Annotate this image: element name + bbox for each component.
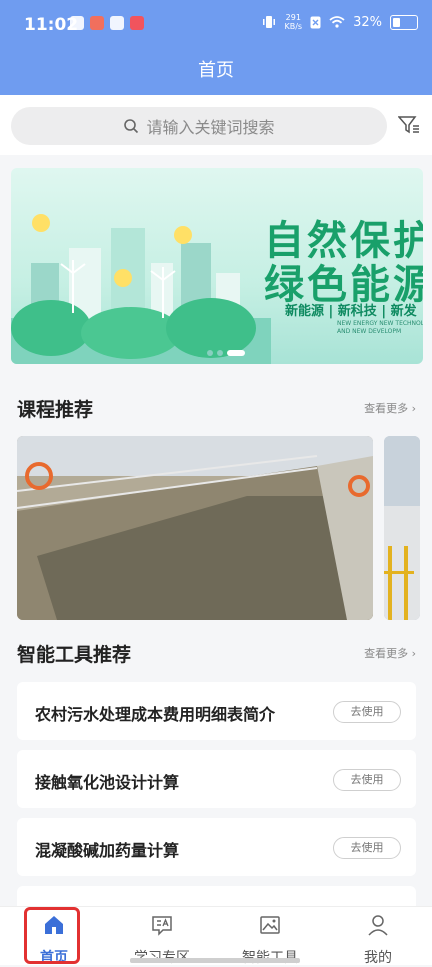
tab-mine[interactable]: 我的: [328, 907, 428, 966]
notification-icons: [70, 16, 144, 30]
tab-tools-label: 智能工具: [220, 947, 320, 967]
tab-study[interactable]: 学习专区: [112, 907, 212, 967]
page-title: 首页: [198, 60, 234, 81]
net-speed-value: 291: [285, 13, 301, 22]
tab-tools[interactable]: 智能工具: [220, 907, 320, 967]
tool-card[interactable]: 接触氧化池设计计算 去使用: [17, 750, 416, 808]
use-button[interactable]: 去使用: [333, 837, 401, 859]
battery-percent: 32%: [353, 14, 382, 30]
filter-icon[interactable]: [398, 115, 420, 135]
status-right: 291 KB/s 32%: [262, 13, 418, 31]
notification-app-icon: [90, 16, 104, 30]
net-speed-unit: KB/s: [284, 22, 303, 31]
tool-more-link[interactable]: 查看更多 ›: [364, 645, 416, 661]
search-area: 请输入关键词搜索: [0, 95, 432, 155]
search-input[interactable]: 请输入关键词搜索: [11, 107, 387, 145]
search-icon: [124, 119, 139, 134]
tab-mine-label: 我的: [364, 950, 392, 966]
course-section-title: 课程推荐: [17, 399, 94, 421]
banner-english: NEW ENERGY NEW TECHNOLO AND NEW DEVELOPM: [337, 320, 423, 336]
tool-card-label: 接触氧化池设计计算: [35, 773, 180, 792]
image-icon: [260, 916, 280, 934]
battery-icon: [390, 14, 418, 30]
banner-subtitle: 新能源 | 新科技 | 新发: [285, 304, 417, 319]
notification-app-icon: [70, 16, 84, 30]
tool-section-title: 智能工具推荐: [17, 644, 132, 666]
use-button[interactable]: 去使用: [333, 701, 401, 723]
use-button[interactable]: 去使用: [333, 769, 401, 791]
tool-card[interactable]: 混凝酸碱加药量计算 去使用: [17, 818, 416, 876]
tool-card-label: 农村污水处理成本费用明细表简介: [35, 705, 276, 724]
notification-app-icon: [130, 16, 144, 30]
tool-card[interactable]: 农村污水处理成本费用明细表简介 去使用: [17, 682, 416, 740]
course-photo-next: [384, 436, 420, 620]
banner-english-line1: NEW ENERGY NEW TECHNOLO: [337, 320, 423, 327]
sim-x-icon: [310, 16, 321, 28]
user-icon: [368, 915, 388, 936]
water-treatment-photo: [17, 436, 373, 620]
tool-card-label: 混凝酸碱加药量计算: [35, 841, 180, 860]
app-header: 首页: [0, 50, 432, 95]
home-tab-highlight: [24, 907, 80, 964]
study-icon: [152, 916, 172, 936]
course-card-image[interactable]: [17, 436, 373, 620]
search-placeholder: 请输入关键词搜索: [146, 118, 275, 137]
vibrate-icon: [263, 16, 276, 28]
banner-english-line2: AND NEW DEVELOPM: [337, 328, 402, 335]
course-more-link[interactable]: 查看更多 ›: [364, 400, 416, 416]
course-card-image-next[interactable]: [384, 436, 420, 620]
city-illustration: [11, 214, 271, 364]
wifi-icon: [329, 16, 345, 28]
status-bar: 11:02 291 KB/s 32%: [0, 0, 432, 50]
tab-study-label: 学习专区: [112, 947, 212, 967]
carousel-dot: [207, 350, 213, 356]
promo-banner[interactable]: 自然保护 绿色能源 新能源 | 新科技 | 新发 NEW ENERGY NEW …: [11, 168, 423, 364]
carousel-dot: [217, 350, 223, 356]
net-speed: 291 KB/s: [284, 13, 302, 31]
carousel-dots: [207, 350, 245, 356]
carousel-dot-active: [227, 350, 245, 356]
gesture-bar: [130, 958, 300, 963]
mail-icon: [110, 16, 124, 30]
